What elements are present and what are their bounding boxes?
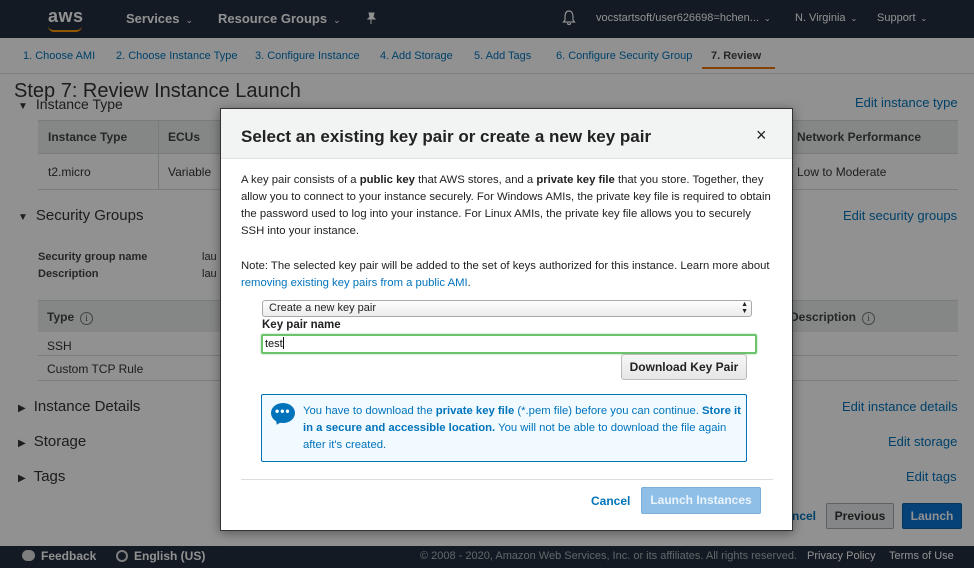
download-key-pair-button[interactable]: Download Key Pair	[621, 354, 747, 380]
launch-instances-button[interactable]: Launch Instances	[641, 487, 761, 514]
download-info-text: You have to download the private key fil…	[303, 405, 741, 451]
key-pair-description: A key pair consists of a public key that…	[241, 174, 771, 237]
removing-key-pairs-link[interactable]: removing existing key pairs from a publi…	[241, 277, 468, 289]
dialog-header: Select an existing key pair or create a …	[221, 109, 792, 159]
dialog-divider	[241, 479, 773, 480]
chat-bubble-icon: •••	[271, 403, 295, 423]
key-pair-action-select[interactable]: Create a new key pair ▲ ▼	[262, 300, 752, 317]
close-icon[interactable]: ×	[756, 126, 767, 144]
key-pair-name-label: Key pair name	[262, 319, 341, 331]
dialog-title: Select an existing key pair or create a …	[241, 127, 652, 146]
key-pair-name-input[interactable]: test	[261, 334, 757, 354]
dialog-cancel-button[interactable]: Cancel	[591, 494, 630, 508]
download-info-alert: ••• You have to download the private key…	[261, 394, 747, 462]
text-caret	[282, 337, 284, 349]
select-arrows-icon: ▲ ▼	[741, 301, 748, 315]
key-pair-name-value: test	[265, 338, 283, 350]
key-pair-note: Note: The selected key pair will be adde…	[241, 260, 770, 289]
key-pair-action-value: Create a new key pair	[269, 302, 376, 314]
key-pair-dialog: Select an existing key pair or create a …	[220, 108, 793, 531]
